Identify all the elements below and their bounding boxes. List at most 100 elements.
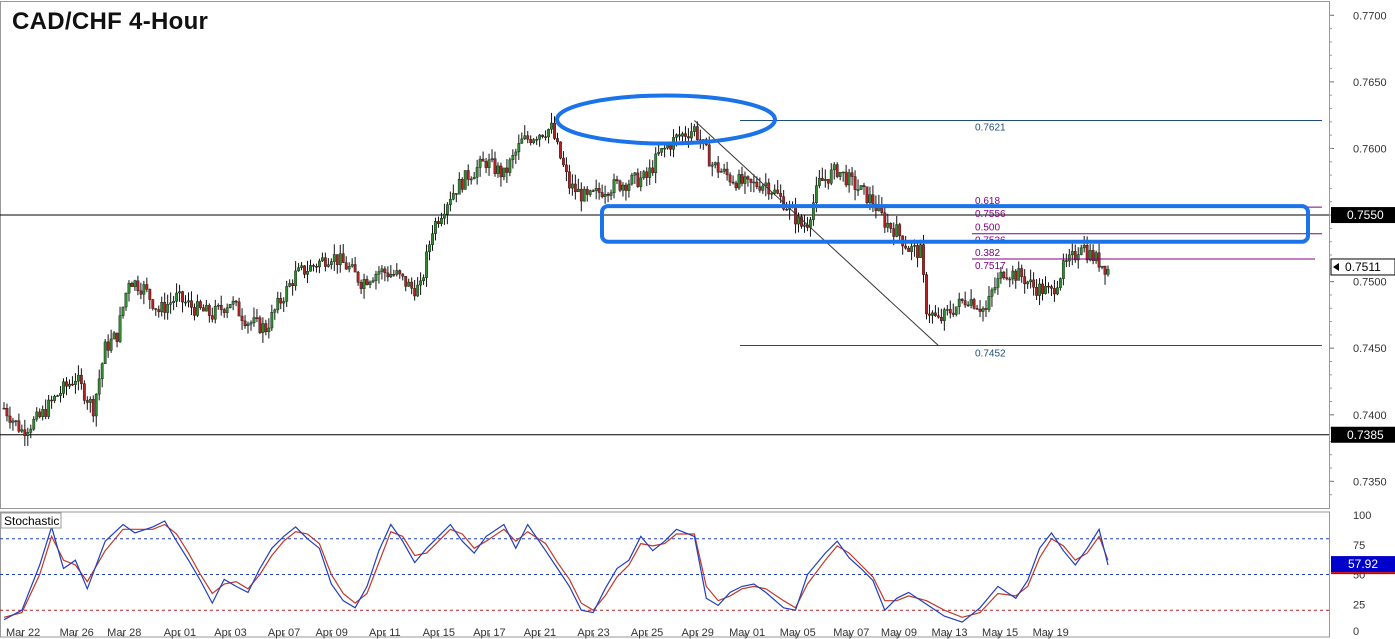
candle-body — [681, 133, 684, 137]
candle-body — [886, 223, 890, 228]
candle-body — [728, 174, 732, 183]
candle-body — [779, 193, 783, 197]
candle-body — [8, 415, 12, 423]
time-tick-label: May 01 — [729, 627, 765, 639]
candle-body — [344, 262, 348, 270]
candle-body — [853, 176, 857, 190]
candle-body — [428, 244, 431, 253]
candle-body — [621, 184, 625, 191]
candle-body — [1041, 283, 1044, 294]
candle-body — [776, 189, 780, 194]
candle-body — [597, 188, 601, 193]
candle-body — [332, 254, 336, 262]
price-tick-label: 0.7350 — [1353, 476, 1387, 488]
candle-body — [865, 186, 869, 203]
candle-body — [550, 122, 553, 130]
candle-body — [1053, 288, 1056, 295]
candle-body — [356, 271, 360, 283]
time-tick-label: Apr 07 — [268, 627, 300, 639]
candle-body — [505, 167, 509, 173]
candle-body — [630, 174, 634, 185]
candle-body — [972, 299, 976, 309]
candle-body — [591, 190, 595, 192]
candle-body — [910, 246, 914, 252]
candle-body — [187, 300, 190, 303]
candle-body — [315, 266, 318, 268]
candle-body — [996, 278, 1000, 288]
candle-body — [990, 289, 994, 297]
candle-body — [883, 212, 887, 228]
candle-body — [160, 302, 164, 313]
candle-body — [448, 199, 452, 205]
candle-body — [386, 272, 390, 278]
candle-body — [490, 158, 494, 161]
candle-body — [1070, 251, 1074, 256]
candle-body — [270, 312, 274, 329]
candle-body — [303, 265, 306, 275]
fib-label: 0.7621 — [975, 123, 1006, 134]
candle-body — [190, 300, 193, 308]
candle-body — [243, 320, 247, 326]
candle-body — [163, 302, 167, 313]
candle-body — [559, 141, 562, 159]
candle-body — [562, 157, 565, 166]
candle-body — [62, 381, 65, 394]
candle-body — [987, 296, 991, 310]
candle-body — [231, 300, 235, 305]
candle-body — [47, 399, 51, 417]
candle-body — [520, 138, 524, 144]
candle-body — [749, 178, 753, 183]
time-axis: Mar 22 Mar 26 Mar 28 Apr 01 Apr 03 Apr 07 Apr … — [6, 627, 1069, 639]
chart-title: CAD/CHF 4-Hour — [12, 8, 209, 35]
price-tick-label: 0.7400 — [1353, 410, 1387, 422]
candle-body — [835, 164, 839, 177]
candle-body — [472, 176, 476, 180]
candle-body — [276, 298, 280, 311]
candle-body — [145, 284, 149, 290]
candle-body — [847, 172, 851, 186]
candle-body — [252, 317, 256, 324]
price-level-badge-label: 0.7550 — [1347, 208, 1384, 222]
candle-body — [660, 147, 664, 153]
candle-body — [371, 280, 375, 283]
candle-body — [892, 228, 896, 237]
candle-body — [931, 312, 934, 316]
time-tick-label: Mar 26 — [60, 627, 94, 639]
candle-body — [945, 309, 949, 311]
candle-body — [106, 341, 110, 351]
main-plot-frame — [0, 1, 1330, 509]
time-tick-label: Apr 09 — [315, 627, 347, 639]
candle-body — [737, 174, 741, 189]
candle-body — [434, 221, 437, 234]
candle-body — [1097, 252, 1101, 268]
candle-body — [951, 312, 955, 315]
candle-body — [603, 194, 607, 197]
candle-body — [11, 420, 15, 423]
candle-body — [1085, 245, 1089, 261]
candle-body — [969, 299, 973, 306]
candle-body — [535, 139, 539, 141]
candle-body — [695, 126, 699, 140]
candle-body — [999, 271, 1003, 279]
candle-body — [1035, 287, 1038, 296]
candle-body — [960, 298, 964, 301]
candle-body — [29, 428, 33, 433]
candle-body — [178, 291, 181, 294]
candle-body — [615, 179, 619, 182]
candle-body — [553, 122, 556, 139]
candle-body — [585, 188, 589, 195]
candle-body — [151, 299, 155, 309]
candle-body — [451, 193, 455, 200]
candle-body — [1050, 286, 1053, 289]
fib-label: 0.7452 — [975, 349, 1006, 360]
candle-body — [803, 224, 806, 227]
candle-body — [579, 188, 583, 202]
candle-body — [88, 399, 92, 403]
candle-body — [1082, 245, 1086, 249]
candle-body — [954, 306, 958, 315]
candle-body — [678, 134, 681, 137]
candle-body — [85, 400, 89, 403]
candle-body — [323, 257, 327, 267]
candle-body — [868, 194, 872, 203]
candle-body — [240, 315, 244, 322]
